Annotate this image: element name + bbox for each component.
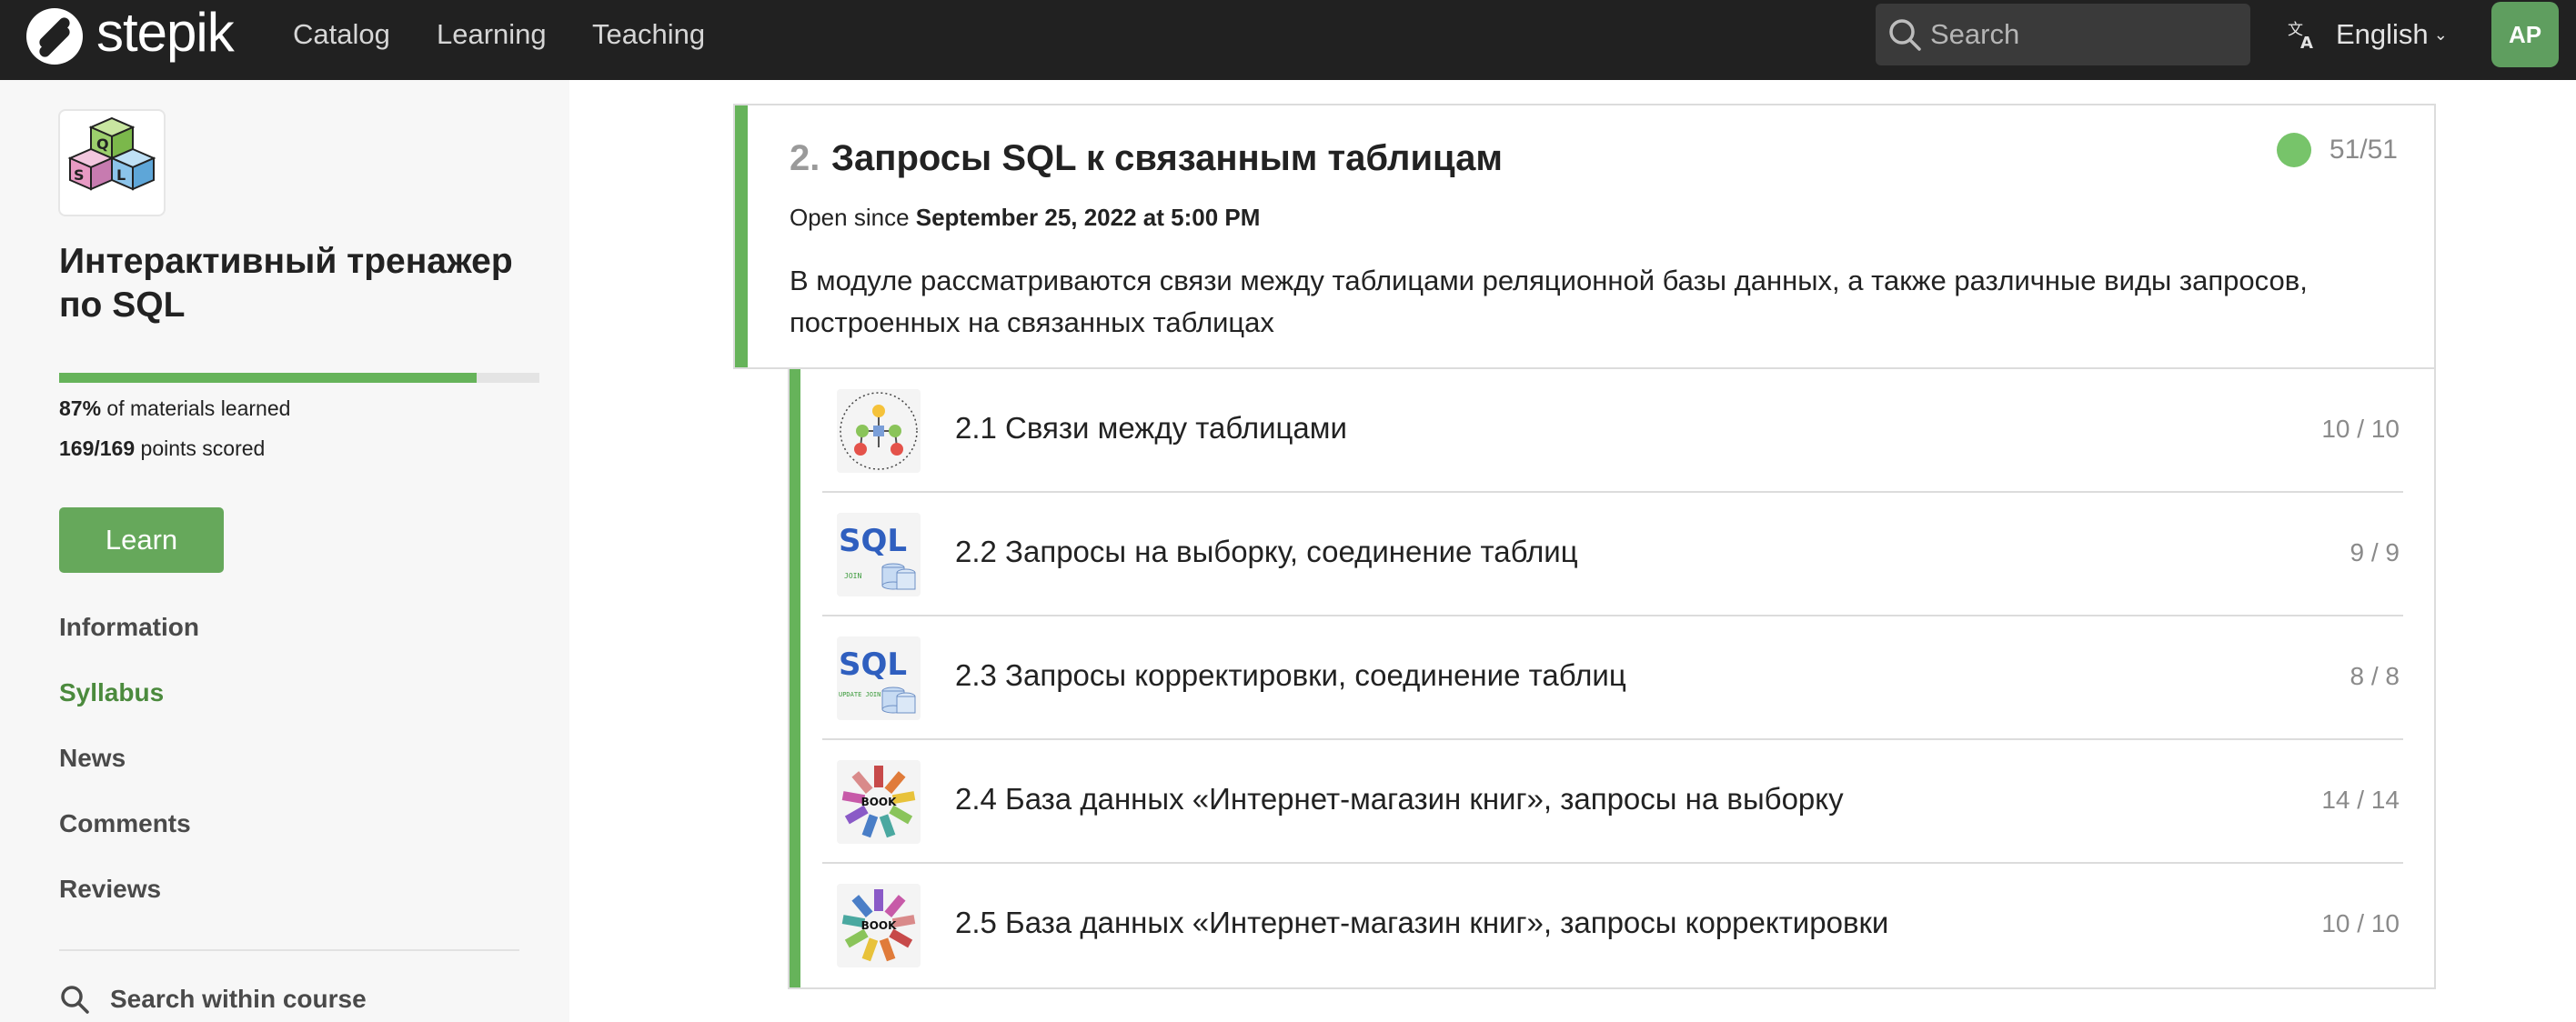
sql-join-icon: SQL JOIN [837,513,921,596]
sidebar-item-syllabus[interactable]: Syllabus [59,678,164,707]
lesson-score: 8 / 8 [2350,662,2400,690]
sql-thumb-text: SQL [839,523,907,559]
lesson-score: 14 / 14 [2321,786,2400,814]
lesson-item-2-1[interactable]: 2.1 Связи между таблицами 10 / 10 [822,369,2403,493]
nav-teaching[interactable]: Teaching [592,0,705,69]
search-icon [61,986,89,1014]
lessons-accent-bar [790,369,800,987]
lesson-item-2-5[interactable]: BOOK 2.5 База данных «Интернет-магазин к… [822,864,2403,987]
book-thumb-text: BOOK [861,919,898,932]
lesson-score: 10 / 10 [2321,909,2400,937]
points-scored-text: points scored [135,436,266,460]
lesson-title[interactable]: 2.5 База данных «Интернет-магазин книг»,… [955,906,1888,940]
learn-button[interactable]: Learn [59,507,224,573]
materials-learned: 87% of materials learned [59,396,290,421]
course-progress-bar [59,373,539,383]
sql-update-icon: SQL UPDATE JOIN [837,636,921,720]
svg-text:Q: Q [96,135,109,153]
sql-thumb-text: SQL [839,646,907,683]
materials-learned-text: of materials learned [101,396,291,420]
nav-catalog[interactable]: Catalog [293,0,390,69]
module-score: 51/51 [2329,135,2398,165]
course-logo: Q S L [58,109,166,216]
module-number: 2. [790,138,820,178]
search-box[interactable] [1876,4,2250,65]
svg-text:A: A [2300,34,2313,50]
module-status: 51/51 [2276,133,2398,167]
lesson-list: 2.1 Связи между таблицами 10 / 10 SQL JO… [788,369,2436,989]
join-thumb-text: JOIN [844,572,861,580]
search-within-course[interactable]: Search within course [59,984,367,1015]
module-card: 2. Запросы SQL к связанным таблицам 51/5… [733,104,2436,369]
materials-learned-value: 87% [59,396,102,420]
lesson-title[interactable]: 2.1 Связи между таблицами [955,411,1347,446]
lesson-item-2-2[interactable]: SQL JOIN 2.2 Запросы на выборку, соедине… [822,493,2403,616]
points-scored: 169/169 points scored [59,436,265,461]
brand-name: stepik [96,2,235,63]
lesson-item-2-4[interactable]: BOOK 2.4 База данных «Интернет-магазин к… [822,740,2403,864]
book-thumb-text: BOOK [861,796,898,808]
course-sidebar: Q S L Интерактивный тренажер по SQL 87% … [0,80,569,1022]
module-description: В модуле рассматриваются связи между таб… [790,265,2308,338]
nav-learning[interactable]: Learning [437,0,547,69]
module-title[interactable]: Запросы SQL к связанным таблицам [831,138,1503,179]
svg-text:S: S [74,166,85,184]
course-title: Интерактивный тренажер по SQL [59,242,513,325]
update-join-thumb-text: UPDATE JOIN [839,691,880,698]
search-icon [1889,19,1921,51]
lesson-score: 10 / 10 [2321,415,2400,443]
search-input[interactable] [1930,4,2239,65]
book-icon: BOOK [837,760,921,844]
module-accent-bar [735,105,748,367]
stepik-logo-icon [26,8,83,65]
svg-text:L: L [116,166,126,184]
avatar[interactable]: AP [2491,2,2559,67]
lesson-title[interactable]: 2.2 Запросы на выборку, соединение табли… [955,535,1578,569]
open-since-date: September 25, 2022 at 5:00 PM [915,204,1261,231]
stepik-logo[interactable]: stepik [24,2,235,69]
lesson-title[interactable]: 2.3 Запросы корректировки, соединение та… [955,658,1626,693]
language-selector[interactable]: 文 A English ⌄ [2287,0,2448,69]
search-within-course-label: Search within course [110,985,367,1013]
sidebar-item-reviews[interactable]: Reviews [59,875,161,904]
lesson-score: 9 / 9 [2350,538,2400,566]
completed-dot-icon [2276,133,2311,167]
open-since-prefix: Open since [790,204,916,231]
language-label: English [2336,18,2429,50]
open-since: Open since September 25, 2022 at 5:00 PM [790,204,1260,232]
sidebar-item-information[interactable]: Information [59,613,199,642]
chevron-down-icon: ⌄ [2433,25,2448,44]
sql-cubes-icon: Q S L [67,116,156,191]
sidebar-item-news[interactable]: News [59,744,126,773]
lesson-title[interactable]: 2.4 База данных «Интернет-магазин книг»,… [955,782,1844,817]
points-scored-value: 169/169 [59,436,136,460]
translate-icon: 文 A [2288,21,2313,50]
top-navbar: stepik Catalog Learning Teaching 文 A Eng… [0,0,2576,80]
network-icon [837,389,921,473]
sidebar-divider [59,949,519,951]
book-icon: BOOK [837,884,921,967]
course-progress-fill [59,373,478,383]
lesson-item-2-3[interactable]: SQL UPDATE JOIN 2.3 Запросы корректировк… [822,616,2403,740]
sidebar-item-comments[interactable]: Comments [59,809,191,838]
